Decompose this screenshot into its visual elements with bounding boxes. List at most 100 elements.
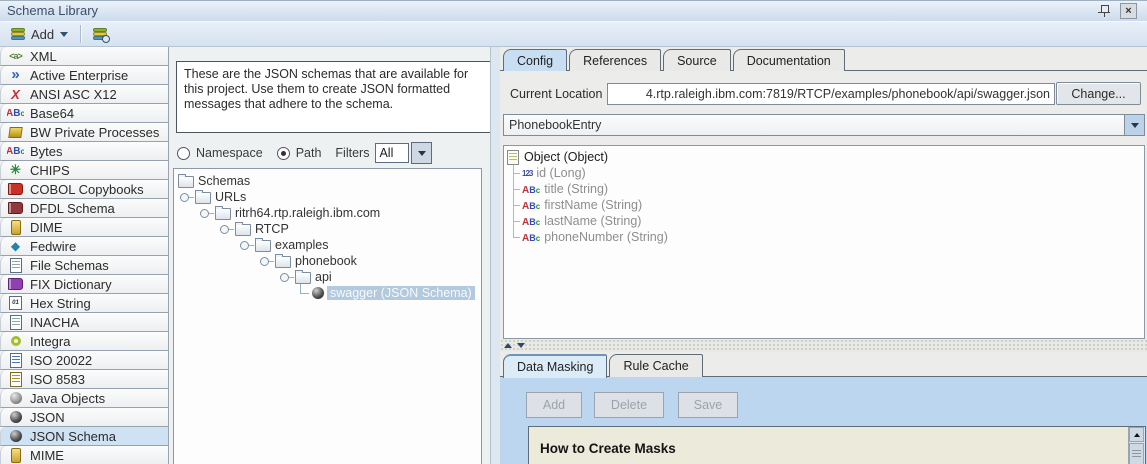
object-node-firstname[interactable]: ABcfirstName (String)	[504, 197, 1144, 213]
data-masking-panel: Add Delete Save How to Create Masks	[500, 376, 1147, 464]
ansi-x12-icon: X	[7, 87, 24, 102]
tree-node-examples[interactable]: examples	[174, 237, 481, 253]
abc-text-icon: ABc	[7, 144, 24, 159]
path-radio-label: Path	[296, 146, 322, 160]
pin-icon[interactable]	[1098, 4, 1111, 17]
sidebar-item-bw-private-processes[interactable]: BW Private Processes	[0, 123, 168, 142]
mask-help-title: How to Create Masks	[540, 441, 676, 456]
sidebar-item-iso-8583[interactable]: ISO 8583	[0, 370, 168, 389]
sidebar-item-dfdl-schema[interactable]: DFDL Schema	[0, 199, 168, 218]
delete-mask-button[interactable]: Delete	[594, 392, 664, 418]
sidebar-item-integra[interactable]: Integra	[0, 332, 168, 351]
sidebar-item-inacha[interactable]: INACHA	[0, 313, 168, 332]
filters-dropdown-button[interactable]	[411, 142, 432, 164]
maroon-book-icon	[7, 201, 24, 216]
path-radio[interactable]	[277, 147, 290, 160]
change-button[interactable]: Change...	[1056, 82, 1141, 105]
object-node-root[interactable]: Object (Object)	[504, 149, 1144, 165]
current-location-field[interactable]: 4.rtp.raleigh.ibm.com:7819/RTCP/examples…	[607, 83, 1055, 105]
sidebar-item-hex-string[interactable]: 01Hex String	[0, 294, 168, 313]
expand-knob-icon[interactable]	[180, 193, 189, 202]
tab-data-masking[interactable]: Data Masking	[503, 354, 607, 378]
scroll-up-button[interactable]	[1129, 427, 1144, 442]
expand-knob-icon[interactable]	[280, 273, 289, 282]
abc-text-icon: ABc	[522, 230, 540, 244]
sidebar-item-xml[interactable]: <a>XML	[0, 47, 168, 66]
object-structure-tree: Object (Object) 123id (Long) ABctitle (S…	[503, 145, 1145, 339]
help-scrollbar[interactable]	[1128, 427, 1145, 464]
folder-icon	[275, 256, 291, 268]
object-node-title[interactable]: ABctitle (String)	[504, 181, 1144, 197]
tree-node-swagger[interactable]: swagger (JSON Schema)	[174, 285, 481, 301]
abc-text-icon: ABc	[522, 198, 540, 212]
sidebar-item-file-schemas[interactable]: File Schemas	[0, 256, 168, 275]
schema-library-window: Schema Library × Add <a>XML »Active Ente…	[0, 0, 1147, 464]
tree-node-phonebook[interactable]: phonebook	[174, 253, 481, 269]
collapse-up-icon[interactable]	[504, 339, 512, 348]
folder-icon	[255, 240, 271, 252]
sidebar-item-java-objects[interactable]: Java Objects	[0, 389, 168, 408]
expand-knob-icon[interactable]	[260, 257, 269, 266]
document-icon	[7, 258, 24, 273]
sidebar-item-chips[interactable]: ✳CHIPS	[0, 161, 168, 180]
sidebar-item-dime[interactable]: DIME	[0, 218, 168, 237]
toolbar: Add	[0, 22, 1147, 47]
namespace-radio-label: Namespace	[196, 146, 263, 160]
tree-node-urls[interactable]: URLs	[174, 189, 481, 205]
add-button[interactable]: Add	[6, 24, 73, 45]
sidebar-item-fedwire[interactable]: ◆Fedwire	[0, 237, 168, 256]
sidebar-item-iso-20022[interactable]: ISO 20022	[0, 351, 168, 370]
expand-knob-icon[interactable]	[220, 225, 229, 234]
expand-knob-icon[interactable]	[200, 209, 209, 218]
scrollbar-thumb[interactable]	[1129, 443, 1144, 464]
sidebar-item-cobol-copybooks[interactable]: COBOL Copybooks	[0, 180, 168, 199]
tree-node-rtcp[interactable]: RTCP	[174, 221, 481, 237]
sidebar-item-bytes[interactable]: ABcBytes	[0, 142, 168, 161]
dropdown-caret-icon[interactable]	[60, 32, 68, 41]
combo-dropdown-button[interactable]	[1124, 115, 1144, 135]
dark-sphere-icon	[312, 287, 324, 299]
dark-sphere-icon	[7, 429, 24, 444]
save-mask-button[interactable]: Save	[678, 392, 738, 418]
namespace-radio[interactable]	[177, 147, 190, 160]
tab-documentation[interactable]: Documentation	[733, 49, 845, 71]
tree-node-api[interactable]: api	[174, 269, 481, 285]
schema-browser-panel: These are the JSON schemas that are avai…	[169, 47, 489, 464]
tree-node-host[interactable]: ritrh64.rtp.raleigh.ibm.com	[174, 205, 481, 221]
current-location-label: Current Location	[510, 87, 602, 101]
close-icon[interactable]: ×	[1120, 3, 1137, 19]
object-node-phonenumber[interactable]: ABcphoneNumber (String)	[504, 229, 1144, 245]
tab-config[interactable]: Config	[503, 49, 567, 71]
folder-icon	[215, 208, 231, 220]
horizontal-splitter[interactable]	[500, 339, 1147, 352]
add-mask-button[interactable]: Add	[526, 392, 582, 418]
document-blue-icon	[7, 353, 24, 368]
collapse-down-icon[interactable]	[517, 343, 525, 352]
gray-sphere-icon	[7, 391, 24, 406]
object-node-id[interactable]: 123id (Long)	[504, 165, 1144, 181]
diamond-icon: ◆	[7, 239, 24, 254]
add-from-url-button[interactable]	[88, 24, 112, 45]
sidebar-item-base64[interactable]: ABcBase64	[0, 104, 168, 123]
tab-references[interactable]: References	[569, 49, 661, 71]
sidebar-item-json-schema[interactable]: JSON Schema	[0, 427, 168, 446]
dark-sphere-icon	[7, 410, 24, 425]
tab-source[interactable]: Source	[663, 49, 731, 71]
active-enterprise-icon: »	[7, 68, 24, 83]
schema-entry-combobox[interactable]: PhonebookEntry	[503, 114, 1145, 136]
sidebar-item-json[interactable]: JSON	[0, 408, 168, 427]
schema-detail-panel: Config References Source Documentation C…	[500, 47, 1147, 464]
folder-icon	[178, 176, 194, 188]
sidebar-item-active-enterprise[interactable]: »Active Enterprise	[0, 66, 168, 85]
chevron-down-icon	[418, 151, 426, 160]
filters-combobox[interactable]: All	[375, 142, 432, 164]
sidebar-item-mime[interactable]: MIME	[0, 446, 168, 464]
sidebar-item-fix-dictionary[interactable]: FIX Dictionary	[0, 275, 168, 294]
expand-knob-icon[interactable]	[240, 241, 249, 250]
object-node-lastname[interactable]: ABclastName (String)	[504, 213, 1144, 229]
sidebar-item-ansi-asc-x12[interactable]: XANSI ASC X12	[0, 85, 168, 104]
toolbar-separator	[80, 25, 81, 43]
tree-node-schemas[interactable]: Schemas	[174, 173, 481, 189]
folder-icon	[235, 224, 251, 236]
tab-rule-cache[interactable]: Rule Cache	[609, 354, 702, 377]
